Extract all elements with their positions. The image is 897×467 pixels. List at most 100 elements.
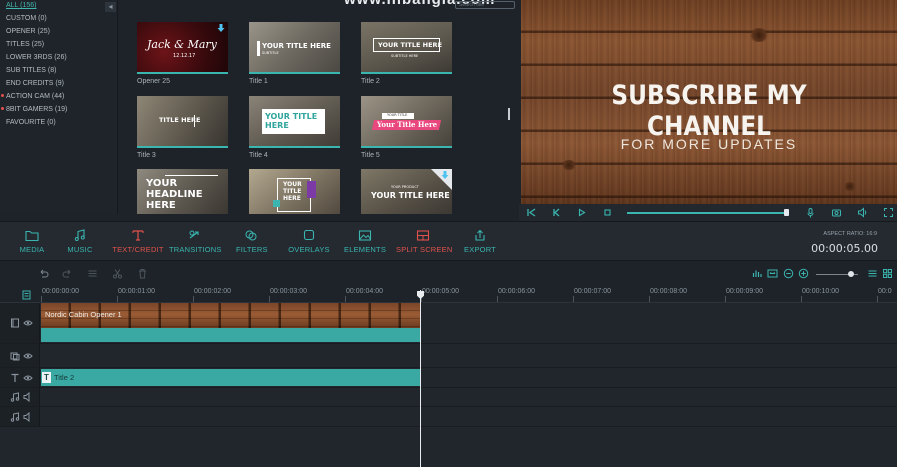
ruler-label: 00:00:06:00: [498, 288, 535, 295]
search-input[interactable]: Search title: [455, 1, 515, 9]
tab-elements[interactable]: ELEMENTS: [344, 229, 386, 254]
ruler-label: 00:00:04:00: [346, 288, 383, 295]
thumb-text: SUBTITLE HERE: [391, 54, 419, 58]
timeline-ruler[interactable]: 00:00:00:00 00:00:01:00 00:00:02:00 00:0…: [0, 286, 897, 303]
video-track-icon: [11, 318, 19, 328]
redo-icon[interactable]: [62, 268, 73, 279]
zoom-slider-knob[interactable]: [848, 271, 854, 277]
ruler-label: 00:00:10:00: [802, 288, 839, 295]
template-thumb-product-title[interactable]: YOUR PRODUCT YOUR TITLE HERE: [361, 169, 452, 214]
audio-mixer-icon[interactable]: [752, 268, 763, 279]
thumb-text: SUBTITLE: [262, 51, 279, 55]
video-clip[interactable]: Nordic Cabin Opener 1: [41, 303, 420, 328]
tab-filters[interactable]: FILTERS: [236, 229, 267, 254]
tab-label: SPLIT SCREEN: [396, 245, 453, 254]
thumb-text: YOUR: [146, 178, 178, 189]
step-back-icon[interactable]: [551, 207, 562, 218]
tab-label: TRANSITIONS: [169, 245, 222, 254]
grid-scrollbar[interactable]: [508, 108, 510, 120]
tab-media[interactable]: MEDIA: [18, 229, 46, 254]
zoom-in-icon[interactable]: [798, 268, 809, 279]
ruler-label: 00:00:05:00: [422, 288, 459, 295]
tab-label: EXPORT: [464, 245, 496, 254]
thumb-label: Title 5: [361, 152, 380, 159]
fullscreen-icon[interactable]: [883, 207, 894, 218]
category-label: TITLES (25): [6, 41, 45, 48]
category-titles[interactable]: TITLES (25): [6, 41, 44, 48]
category-action-cam[interactable]: ACTION CAM (44): [1, 93, 65, 100]
template-thumb-title-5[interactable]: YOUR TITLE Your Title Here: [361, 96, 452, 146]
tab-overlays[interactable]: OVERLAYS: [288, 229, 330, 254]
delete-icon[interactable]: [137, 268, 148, 279]
wood-knot: [843, 182, 857, 191]
thumb-text: HERE: [146, 200, 176, 211]
template-thumb-title-3[interactable]: TITLE HERE: [137, 96, 228, 146]
tab-music[interactable]: MUSIC: [66, 229, 94, 254]
thumb-text: YOUR PRODUCT: [391, 185, 419, 189]
template-thumb-opener-25[interactable]: Jack & Mary 12.12.17: [137, 22, 228, 72]
adjust-icon[interactable]: [87, 268, 98, 279]
category-label: ACTION CAM (44): [6, 93, 65, 100]
thumb-label: Title 1: [249, 78, 268, 85]
template-thumb-title-1[interactable]: YOUR TITLE HERE SUBTITLE: [249, 22, 340, 72]
tab-text-credit[interactable]: TEXT/CREDIT: [112, 229, 164, 254]
playback-scrubber[interactable]: [784, 209, 789, 216]
video-track: Nordic Cabin Opener 1: [0, 303, 897, 344]
category-lower-3rds[interactable]: LOWER 3RDS (26): [6, 54, 67, 61]
template-thumb-headline[interactable]: YOUR HEADLINE HERE: [137, 169, 228, 214]
category-custom[interactable]: CUSTOM (0): [6, 15, 47, 22]
speaker-icon[interactable]: [23, 392, 33, 402]
undo-icon[interactable]: [38, 268, 49, 279]
stop-icon[interactable]: [602, 207, 613, 218]
microphone-icon[interactable]: [805, 207, 816, 218]
eye-icon[interactable]: [23, 318, 33, 328]
category-favourite[interactable]: FAVOURITE (0): [6, 119, 56, 126]
tab-label: MEDIA: [19, 245, 45, 254]
speaker-icon[interactable]: [23, 411, 33, 422]
thumb-label: Title 3: [137, 152, 156, 159]
elements-icon: [358, 230, 372, 241]
tab-export[interactable]: EXPORT: [462, 229, 498, 254]
eye-icon[interactable]: [23, 351, 33, 361]
music-track-2: [0, 407, 897, 427]
folder-icon: [25, 230, 39, 242]
category-8bit-gamers[interactable]: 8BIT GAMERS (19): [1, 106, 67, 113]
download-icon[interactable]: [441, 171, 449, 180]
playhead[interactable]: [420, 290, 421, 467]
timeline-toolbar: [0, 262, 897, 286]
grid-view-icon[interactable]: [882, 268, 893, 279]
volume-icon[interactable]: [857, 207, 868, 218]
text-track: T Title 2: [0, 368, 897, 388]
zoom-out-icon[interactable]: [783, 268, 794, 279]
thumb-label: Title 4: [249, 152, 268, 159]
download-icon[interactable]: [217, 24, 225, 33]
category-label: END CREDITS (9): [6, 80, 64, 87]
title-clip[interactable]: T Title 2: [41, 369, 420, 386]
thumb-text: 12.12.17: [173, 53, 196, 59]
thumb-underline: [249, 72, 340, 74]
music-track-icon: [10, 411, 20, 422]
template-thumb-boxed-title[interactable]: YOUR TITLE HERE: [249, 169, 340, 214]
category-sub-titles[interactable]: SUB TITLES (8): [6, 67, 56, 74]
ruler-tick: [345, 296, 346, 302]
ruler-settings-icon[interactable]: [22, 290, 31, 300]
fit-timeline-icon[interactable]: [767, 268, 778, 279]
tab-transitions[interactable]: TRANSITIONS: [169, 229, 222, 254]
category-end-credits[interactable]: END CREDITS (9): [6, 80, 64, 87]
collapse-sidebar-button[interactable]: ◂: [105, 2, 116, 12]
list-view-icon[interactable]: [867, 268, 878, 279]
ruler-label: 00:0: [878, 288, 892, 295]
eye-icon[interactable]: [23, 373, 33, 383]
playback-progress[interactable]: [627, 212, 787, 214]
snapshot-icon[interactable]: [831, 207, 842, 218]
cut-icon[interactable]: [112, 268, 123, 279]
tab-split-screen[interactable]: SPLIT SCREEN: [396, 229, 453, 254]
template-thumb-title-2[interactable]: YOUR TITLE HERE SUBTITLE HERE: [361, 22, 452, 72]
category-opener[interactable]: OPENER (25): [6, 28, 50, 35]
thumb-teal-block: [273, 200, 280, 207]
play-icon[interactable]: [576, 207, 587, 218]
category-all[interactable]: ALL (156): [6, 2, 36, 9]
template-thumb-title-4[interactable]: YOUR TITLE HERE: [249, 96, 340, 146]
clip-audio-band[interactable]: [41, 328, 420, 342]
skip-to-start-icon[interactable]: [526, 207, 537, 218]
